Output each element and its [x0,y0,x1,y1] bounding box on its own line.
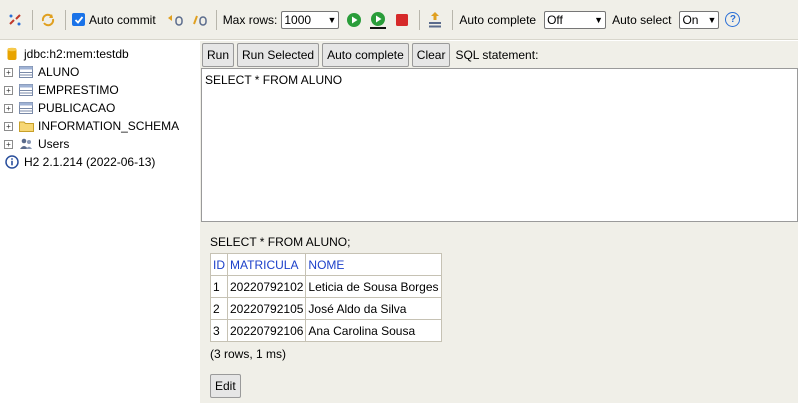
table-cell: 2 [210,297,228,320]
run-selected-button[interactable]: Run Selected [237,43,320,67]
sql-editor[interactable]: SELECT * FROM ALUNO [201,68,798,222]
table-cell: 20220792106 [226,319,307,342]
edit-button[interactable]: Edit [210,374,241,398]
tree-item-emprestimo[interactable]: + EMPRESTIMO [0,81,198,99]
rollback-icon[interactable] [166,11,184,29]
table-cell: Leticia de Sousa Borges [305,275,442,298]
tree-item-label: PUBLICACAO [38,101,116,115]
row-count: (3 rows, 1 ms) [210,347,287,361]
results-table: ID MATRICULA NOME 1 20220792102 Leticia … [210,253,442,342]
refresh-icon[interactable] [39,11,57,29]
column-header[interactable]: NOME [305,253,442,276]
auto-commit-label: Auto commit [89,12,156,27]
expand-icon[interactable]: + [4,67,13,77]
run-icon[interactable] [345,11,363,29]
table-icon [18,101,34,115]
auto-commit-toggle[interactable]: Auto commit [72,13,160,27]
max-rows-select[interactable]: 1000 ▼ [281,10,340,29]
table-icon [18,83,34,97]
column-header[interactable]: ID [210,253,228,276]
max-rows-value: 1000 [284,12,312,27]
auto-complete-button[interactable]: Auto complete [322,43,409,67]
auto-commit-checkbox[interactable] [72,13,85,26]
query-panel: Run Run Selected Auto complete Clear SQL… [200,41,798,403]
table-cell: 20220792102 [226,275,307,298]
chevron-down-icon: ▼ [707,14,717,25]
schema-tree: jdbc:h2:mem:testdb + ALUNO + EMPRESTIMO … [0,41,198,403]
table-cell: 20220792105 [226,297,307,320]
history-icon[interactable] [426,11,444,29]
results-area: SELECT * FROM ALUNO; ID MATRICULA NOME 1… [210,235,442,361]
sql-statement-label: SQL statement: [455,48,539,62]
run-selected-icon[interactable] [369,11,387,29]
table-row: 3 20220792106 Ana Carolina Sousa [210,319,442,342]
tree-item-publicacao[interactable]: + PUBLICACAO [0,99,198,117]
toolbar-separator [32,9,33,30]
max-rows-label: Max rows: [222,12,278,27]
version-label: H2 2.1.214 (2022-06-13) [24,155,156,169]
toolbar-separator [65,9,66,30]
database-icon [4,47,20,61]
stop-icon[interactable] [393,11,411,29]
auto-complete-value: Off [547,12,563,27]
table-icon [18,65,34,79]
connection-label: jdbc:h2:mem:testdb [24,47,129,61]
table-header-row: ID MATRICULA NOME [210,253,442,276]
info-icon [4,155,20,169]
table-row: 2 20220792105 José Aldo da Silva [210,297,442,320]
expand-icon[interactable]: + [4,85,13,95]
tree-item-label: Users [38,137,70,151]
toolbar-separator [419,9,421,30]
auto-select-value: On [682,12,699,27]
toolbar-separator [452,9,454,30]
table-cell: Ana Carolina Sousa [305,319,442,342]
folder-icon [18,119,34,133]
table-cell: 3 [210,319,228,342]
chevron-down-icon: ▼ [594,14,604,25]
result-sql: SELECT * FROM ALUNO; [210,235,351,249]
tree-item-users[interactable]: + Users [0,135,198,153]
tree-item-label: INFORMATION_SCHEMA [38,119,180,133]
tree-item-information-schema[interactable]: + INFORMATION_SCHEMA [0,117,198,135]
table-row: 1 20220792102 Leticia de Sousa Borges [210,275,442,298]
expand-icon[interactable]: + [4,103,13,113]
auto-select-select[interactable]: On ▼ [679,10,720,29]
toolbar-separator [215,9,217,30]
tree-item-label: EMPRESTIMO [38,83,119,97]
tree-version: H2 2.1.214 (2022-06-13) [0,153,198,171]
tree-item-label: ALUNO [38,65,80,79]
chevron-down-icon: ▼ [327,14,337,25]
toolbar: Auto commit Max rows: 1000 ▼ Auto comple… [0,0,798,40]
auto-select-label: Auto select [612,12,672,27]
expand-icon[interactable]: + [4,121,13,131]
users-icon [18,137,34,151]
clear-button[interactable]: Clear [411,43,451,67]
query-button-bar: Run Run Selected Auto complete Clear SQL… [200,41,538,69]
tree-item-aluno[interactable]: + ALUNO [0,63,198,81]
auto-complete-select[interactable]: Off ▼ [544,10,607,29]
table-cell: José Aldo da Silva [305,297,442,320]
tree-connection[interactable]: jdbc:h2:mem:testdb [0,45,198,63]
expand-icon[interactable]: + [4,139,13,149]
auto-complete-label: Auto complete [459,12,537,27]
disconnect-icon[interactable] [6,11,24,29]
commit-icon[interactable] [190,11,208,29]
table-cell: 1 [210,275,228,298]
help-icon[interactable]: ? [725,12,741,27]
column-header[interactable]: MATRICULA [226,253,307,276]
run-button[interactable]: Run [202,43,235,67]
